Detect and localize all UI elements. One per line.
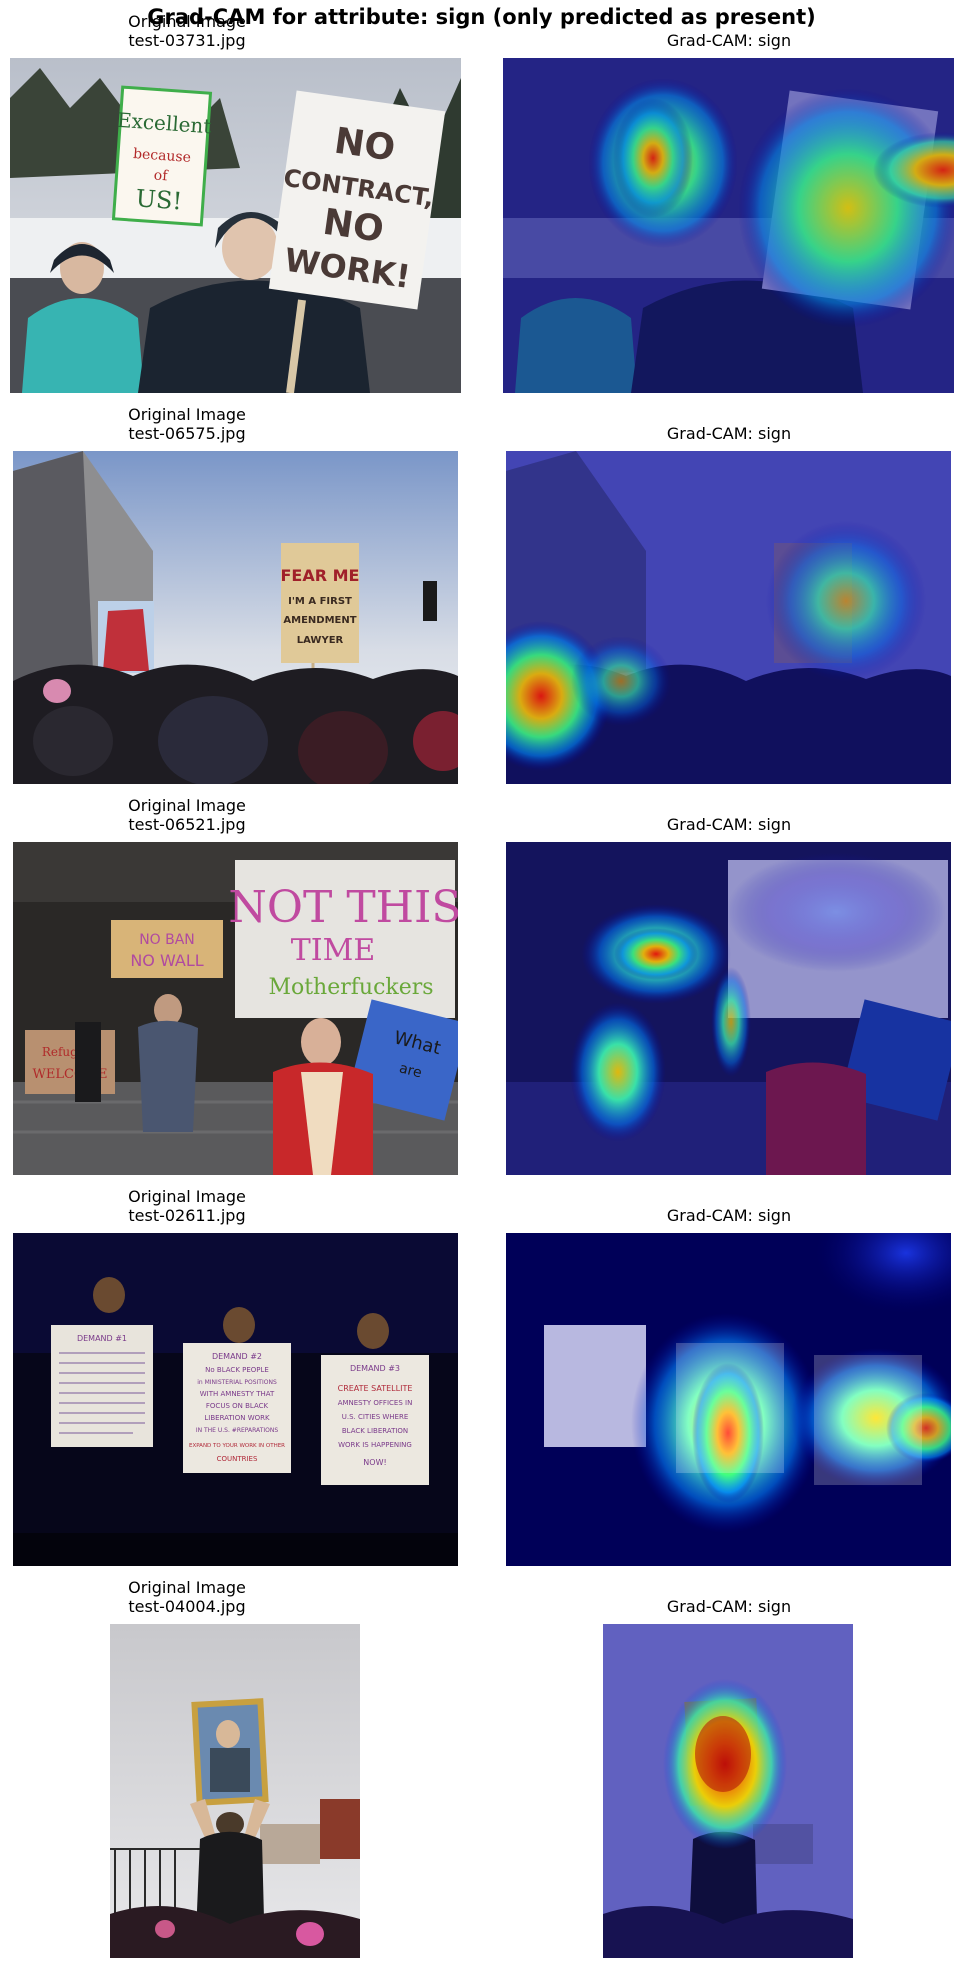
row3-gradcam-image (506, 842, 951, 1175)
photo-text: EXPAND TO YOUR WORK IN OTHER (189, 1443, 285, 1449)
photo-text: DEMAND #3 (350, 1364, 400, 1373)
photo-text: in MINISTERIAL POSITIONS (197, 1379, 277, 1386)
row5-original-image (110, 1624, 360, 1958)
gradcam-label: Grad-CAM: sign (666, 1597, 792, 1616)
original-label: Original Image (128, 1578, 246, 1597)
photo-text: NO (320, 202, 386, 251)
filename-label: test-03731.jpg (128, 31, 246, 50)
photo-text: COUNTRIES (217, 1455, 258, 1463)
row1-gradcam-caption: Grad-CAM: sign (499, 31, 959, 50)
photo-sign-demand-1: DEMAND #1 (51, 1325, 153, 1447)
filename-label: test-06575.jpg (128, 424, 246, 443)
photo-sign-refugees: Refugees WELCOME (25, 1030, 115, 1094)
gradcam-label: Grad-CAM: sign (666, 1206, 792, 1225)
row2-original-caption: Original Image test-06575.jpg (0, 405, 417, 443)
gradcam-label: Grad-CAM: sign (666, 815, 792, 834)
original-label: Original Image (128, 796, 246, 815)
photo-text: LAWYER (297, 635, 344, 646)
photo-text: U.S. CITIES WHERE (342, 1413, 409, 1421)
row4-gradcam-caption: Grad-CAM: sign (499, 1206, 959, 1225)
photo-sign-demand-2: DEMAND #2 No BLACK PEOPLE in MINISTERIAL… (183, 1343, 291, 1473)
filename-label: test-02611.jpg (128, 1206, 246, 1225)
photo-text: BLACK LIBERATION (342, 1427, 408, 1435)
row1-original-image: Excellent because of US! NO CONTRACT, NO… (10, 58, 461, 393)
photo-sign-no-ban: NO BAN NO WALL (111, 920, 223, 978)
row2-gradcam-image (506, 451, 951, 784)
photo-poster (191, 1698, 269, 1806)
photo-text: NOT THIS (228, 882, 458, 933)
photo-text: LIBERATION WORK (204, 1414, 270, 1422)
photo-text: FEAR ME (281, 566, 360, 585)
filename-label: test-04004.jpg (128, 1597, 246, 1616)
gradcam-label: Grad-CAM: sign (666, 31, 792, 50)
photo-text: FOCUS ON BLACK (206, 1402, 269, 1410)
row3-original-image: NOT THIS TIME Motherfuckers NO BAN NO WA… (13, 842, 458, 1175)
row5-gradcam-caption: Grad-CAM: sign (499, 1597, 959, 1616)
row2-gradcam-caption: Grad-CAM: sign (499, 424, 959, 443)
photo-text: US! (135, 184, 183, 215)
photo-text: NO WALL (130, 951, 203, 970)
photo-sign-excellent: Excellent because of US! (111, 85, 212, 227)
row1-gradcam-image (503, 58, 954, 393)
row4-gradcam-image (506, 1233, 951, 1566)
photo-text: CREATE SATELLITE (338, 1384, 413, 1393)
figure-title: Grad-CAM for attribute: sign (only predi… (147, 5, 816, 29)
photo-sign-not-this-time: NOT THIS TIME Motherfuckers (228, 860, 458, 1018)
photo-text: WITH AMNESTY THAT (200, 1390, 275, 1398)
row3-gradcam-caption: Grad-CAM: sign (499, 815, 959, 834)
original-label: Original Image (128, 405, 246, 424)
photo-sign-demand-3: DEMAND #3 CREATE SATELLITE AMNESTY OFFIC… (321, 1355, 429, 1485)
photo-text: DEMAND #1 (77, 1334, 127, 1343)
row2-original-image: FEAR ME I'M A FIRST AMENDMENT LAWYER (13, 451, 458, 784)
photo-text: NO BAN (139, 932, 195, 948)
gradcam-label: Grad-CAM: sign (666, 424, 792, 443)
filename-label: test-06521.jpg (128, 815, 246, 834)
photo-text: Motherfuckers (268, 975, 433, 1000)
photo-text: TIME (291, 933, 375, 968)
row4-original-caption: Original Image test-02611.jpg (0, 1187, 417, 1225)
original-label: Original Image (128, 1187, 246, 1206)
photo-text: AMNESTY OFFICES IN (338, 1399, 413, 1407)
row5-original-caption: Original Image test-04004.jpg (0, 1578, 417, 1616)
photo-text: NO (332, 121, 398, 170)
row5-gradcam-image (603, 1624, 853, 1958)
photo-text: IN THE U.S. #REPARATIONS (196, 1427, 278, 1434)
photo-text: WORK IS HAPPENING (338, 1441, 412, 1449)
photo-text: DEMAND #2 (212, 1352, 262, 1361)
row3-original-caption: Original Image test-06521.jpg (0, 796, 417, 834)
photo-text: NOW! (363, 1458, 386, 1467)
photo-text: I'M A FIRST (288, 596, 352, 607)
row4-original-image: DEMAND #1 DEMAND #2 No BLACK PEOPLE in M… (13, 1233, 458, 1566)
photo-text: No BLACK PEOPLE (205, 1366, 269, 1374)
photo-text: AMENDMENT (283, 615, 356, 626)
